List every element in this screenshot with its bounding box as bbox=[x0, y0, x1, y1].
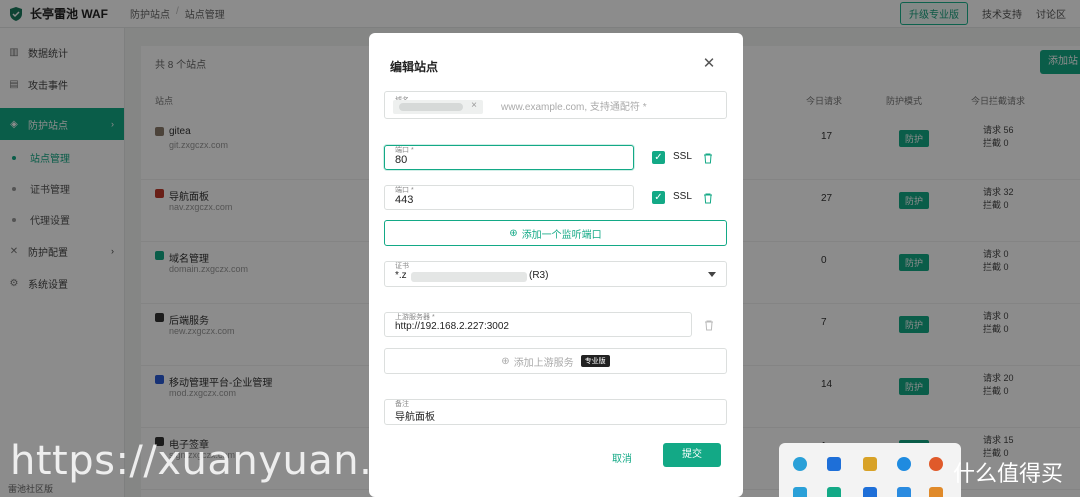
app-tray-icon[interactable] bbox=[827, 487, 841, 497]
domain-chip[interactable]: × bbox=[393, 100, 483, 114]
dialog-title: 编辑站点 bbox=[390, 60, 439, 74]
app-tray-icon[interactable] bbox=[863, 457, 877, 471]
certificate-redacted bbox=[411, 272, 527, 282]
plus-circle-icon: ⊕ bbox=[501, 355, 510, 367]
app-tray-icon[interactable] bbox=[929, 457, 943, 471]
app-tray-icon[interactable] bbox=[897, 487, 911, 497]
dropdown-arrow-icon bbox=[708, 272, 716, 277]
edit-site-dialog: 编辑站点 ✕ 域名 × www.example.com, 支持通配符 * 端口 … bbox=[369, 33, 743, 497]
certificate-suffix: (R3) bbox=[529, 270, 549, 281]
close-icon[interactable]: ✕ bbox=[700, 55, 718, 73]
upstream-field[interactable]: 上游服务器 * http://192.168.2.227:3002 bbox=[384, 312, 692, 337]
watermark-text: https://xuanyuan.me bbox=[10, 438, 437, 484]
add-upstream-label: 添加上游服务 bbox=[513, 357, 574, 369]
add-upstream-button: ⊕ 添加上游服务 专业版 bbox=[384, 348, 727, 374]
delete-port-icon[interactable] bbox=[702, 192, 714, 204]
domain-placeholder: www.example.com, 支持通配符 * bbox=[501, 102, 647, 113]
ssl-label: SSL bbox=[673, 151, 692, 162]
brand-watermark: 什么值得买 bbox=[953, 462, 1064, 487]
app-tray-icon[interactable] bbox=[793, 457, 807, 471]
port-field[interactable]: 端口 * 80 bbox=[384, 145, 634, 170]
ssl-label: SSL bbox=[673, 191, 692, 202]
remark-value: 导航面板 bbox=[395, 412, 435, 423]
remark-field[interactable]: 备注 导航面板 bbox=[384, 399, 727, 425]
add-port-label: 添加一个监听端口 bbox=[521, 229, 602, 241]
cancel-button[interactable]: 取消 bbox=[612, 450, 632, 465]
app-tray-icon[interactable] bbox=[793, 487, 807, 497]
app-tray-icon[interactable] bbox=[929, 487, 943, 497]
delete-upstream-icon bbox=[705, 320, 713, 331]
domain-chip-redacted bbox=[399, 103, 463, 111]
certificate-prefix: *.z bbox=[395, 270, 407, 281]
add-port-button[interactable]: ⊕ 添加一个监听端口 bbox=[384, 220, 727, 246]
plus-circle-icon: ⊕ bbox=[509, 227, 518, 239]
taskbar-tray-popup bbox=[779, 443, 961, 497]
port-value: 443 bbox=[395, 194, 414, 206]
certificate-select[interactable]: 证书 *.z (R3) bbox=[384, 261, 727, 287]
domain-field[interactable]: 域名 × www.example.com, 支持通配符 * bbox=[384, 91, 727, 119]
pro-badge: 专业版 bbox=[580, 355, 610, 367]
port-field[interactable]: 端口 * 443 bbox=[384, 185, 634, 210]
app-tray-icon[interactable] bbox=[863, 487, 877, 497]
ssl-checkbox[interactable]: ✓ bbox=[652, 191, 665, 204]
app-tray-icon[interactable] bbox=[827, 457, 841, 471]
submit-button[interactable]: 提交 bbox=[663, 443, 721, 467]
delete-port-icon[interactable] bbox=[702, 152, 714, 164]
ssl-checkbox[interactable]: ✓ bbox=[652, 151, 665, 164]
app-tray-icon[interactable] bbox=[897, 457, 911, 471]
port-value: 80 bbox=[395, 154, 408, 166]
remove-chip-icon[interactable]: × bbox=[471, 100, 477, 111]
upstream-value: http://192.168.2.227:3002 bbox=[395, 321, 509, 332]
